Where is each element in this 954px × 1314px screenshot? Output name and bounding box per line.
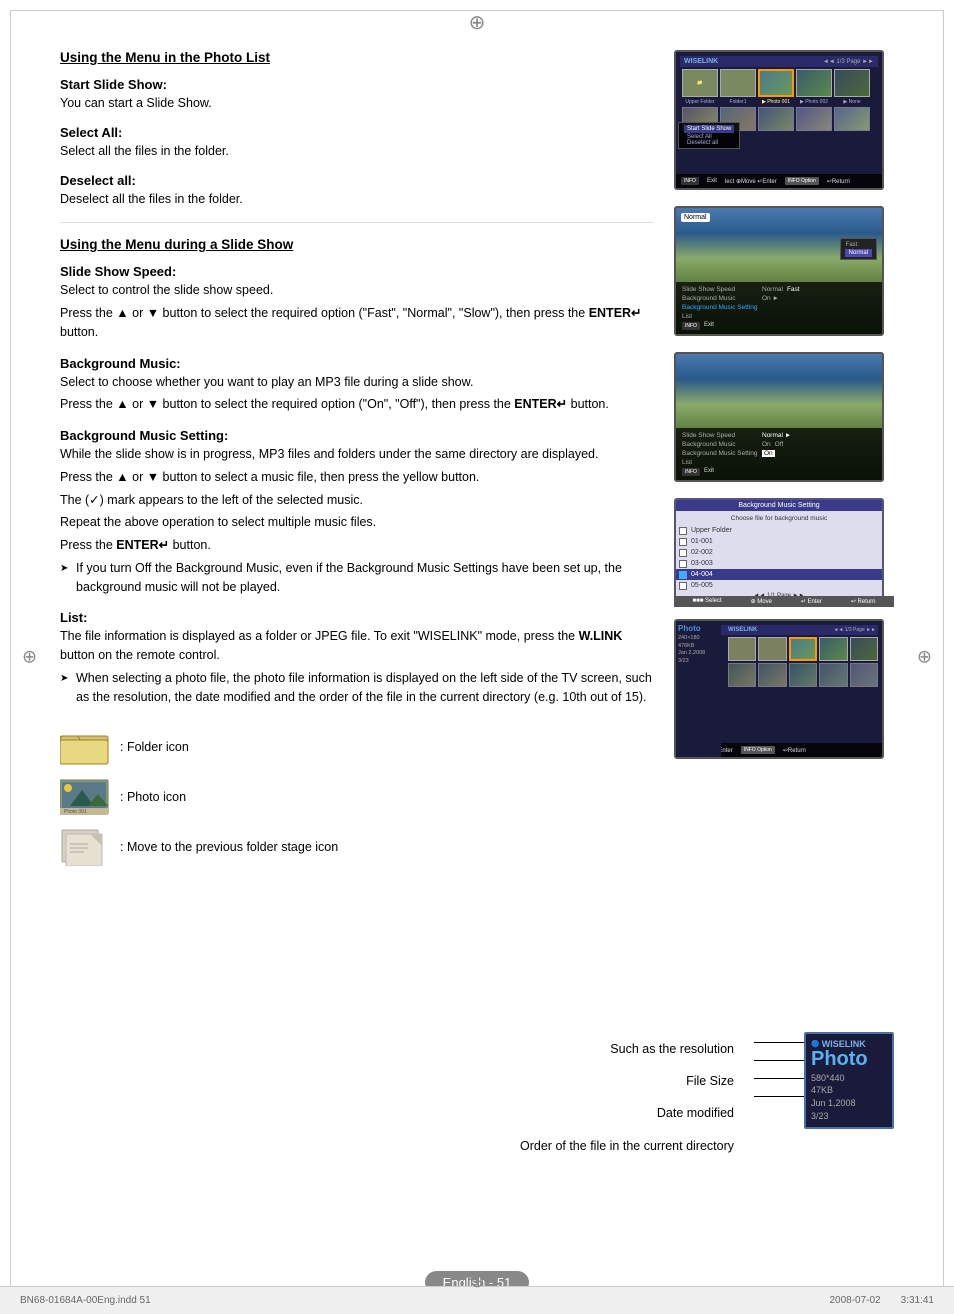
photo-grid-row1: 📁 (680, 69, 878, 97)
slideshow-overlay-1: Slide Show Speed Normal Fast Background … (676, 282, 882, 334)
photo-list-inner: WISELINK ◄◄ 1/3 Page ►► 📁 (676, 52, 882, 188)
wiselink-meta: 580*440 47KB Jun 1,2008 3/23 (811, 1072, 887, 1122)
photo-list-info-inner: Photo 240×180476KBJan 2,20083/23 WISELIN… (676, 621, 882, 757)
bg-music-title: Background Music Setting (676, 500, 882, 511)
photo-thumb-4 (834, 69, 870, 97)
speed-popup: Fast Normal (840, 238, 877, 260)
slideshow-overlay-2: Slide Show Speed Normal ► Background Mus… (676, 428, 882, 480)
file-size-label: File Size (686, 1074, 734, 1088)
screen2-container: Normal Slide Show Speed Normal Fast Back… (674, 206, 894, 342)
bg-item-upper: Upper Folder (676, 525, 882, 536)
date-modified-label: Date modified (657, 1106, 734, 1120)
screen4-bg-music-list: Background Music Setting Choose file for… (674, 498, 884, 603)
wiselink-panel: 🔵 WISELINK Photo 580*440 47KB Jun 1,2008… (804, 1032, 894, 1129)
indent-bg-music-off: If you turn Off the Background Music, ev… (60, 559, 654, 597)
bg-item-02: 02-002 (676, 547, 882, 558)
screen3-bg-music: Slide Show Speed Normal ► Background Mus… (674, 352, 884, 482)
compass-top: ⊕ (469, 10, 486, 35)
screen3-container: Slide Show Speed Normal ► Background Mus… (674, 352, 894, 488)
bg-item-05: 05-005 (676, 580, 882, 591)
screen5-container: Photo 240×180476KBJan 2,20083/23 WISELIN… (674, 619, 894, 765)
nav-bar-1: INFO Exit lect ⊕Move ↵Enter INFO Option … (676, 174, 882, 188)
compass-right: ⊕ (917, 647, 932, 668)
screen2-slideshow-speed: Normal Slide Show Speed Normal Fast Back… (674, 206, 884, 336)
photo-thumb-3 (796, 69, 832, 97)
bg-music-subtitle: Choose file for background music (676, 515, 882, 522)
screen4-container: Background Music Setting Choose file for… (674, 498, 894, 609)
bg-item-03: 03-003 (676, 558, 882, 569)
footer-date: 2008-07-02 (829, 1295, 880, 1306)
bg-music-footer: ■■■ Select ⊕ Move ↵ Enter ↩ Return (674, 596, 884, 603)
compass-bottom: ⊕ (469, 1271, 484, 1292)
screen1-page: ◄◄ 1/3 Page ►► (823, 59, 874, 65)
info-arrows-section: Such as the resolution File Size Date mo… (520, 1032, 894, 1154)
compass-left: ⊕ (22, 647, 37, 668)
screen5-photo-list-info: Photo 240×180476KBJan 2,20083/23 WISELIN… (674, 619, 884, 759)
p7 (758, 107, 794, 131)
right-column: WISELINK ◄◄ 1/3 Page ►► 📁 (674, 50, 894, 866)
folder-thumb-2 (720, 69, 756, 97)
order-label: Order of the file in the current directo… (520, 1138, 734, 1154)
indent-list-info: When selecting a photo file, the photo f… (60, 669, 654, 707)
photo-thumb-selected (758, 69, 794, 97)
labels-row1: Upper Folder Folder1 ▶ Photo 001 ▶ Photo… (680, 99, 878, 105)
wiselink-photo: Photo (811, 1049, 887, 1069)
resolution-caption: Such as the resolution (610, 1042, 734, 1056)
connector-wiselink: 🔵 WISELINK Photo 580*440 47KB Jun 1,2008… (754, 1032, 894, 1099)
p9 (834, 107, 870, 131)
footer-time: 3:31:41 (901, 1295, 934, 1306)
wiselink-logo-1: WISELINK (684, 58, 718, 65)
photo-info-panel-left: Photo 240×180476KBJan 2,20083/23 (676, 621, 721, 757)
bg-item-04-active: 04-004 (676, 569, 882, 580)
folder-thumb-1: 📁 (682, 69, 718, 97)
bg-item-01: 01-001 (676, 536, 882, 547)
footer-file-ref: BN68-01684A-00Eng.indd 51 (20, 1295, 151, 1306)
normal-badge-1: Normal (681, 213, 710, 222)
slideshow-menu-overlay: Start Slide Show Select All Deselect all (678, 122, 740, 149)
screen1-photo-list: WISELINK ◄◄ 1/3 Page ►► 📁 (674, 50, 884, 190)
info-labels: Such as the resolution File Size Date mo… (520, 1032, 734, 1154)
p8 (796, 107, 832, 131)
screen1-container: WISELINK ◄◄ 1/3 Page ►► 📁 (674, 50, 894, 196)
